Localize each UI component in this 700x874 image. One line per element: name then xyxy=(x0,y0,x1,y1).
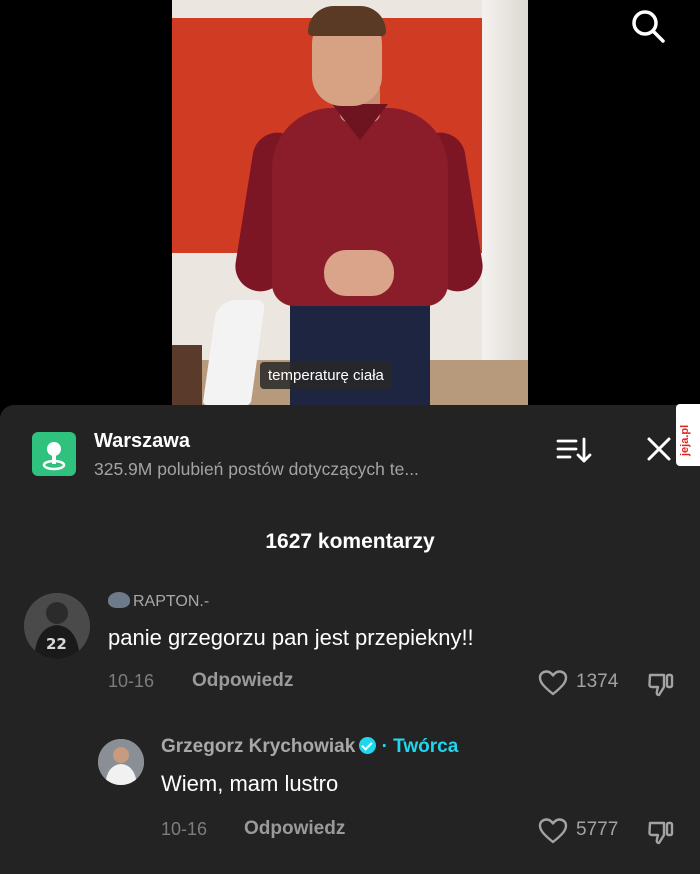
avatar[interactable] xyxy=(98,739,144,785)
watermark-logo: jeja.pl xyxy=(676,404,700,466)
video-caption: temperaturę ciała xyxy=(260,362,392,389)
creator-badge: · Twórca xyxy=(381,736,459,757)
comment-text: panie grzegorzu pan jest przepiekny!! xyxy=(108,625,474,650)
location-subtitle: 325.9M polubień postów dotyczących te... xyxy=(94,459,419,479)
verified-icon xyxy=(359,737,377,754)
reply-button[interactable]: Odpowiedz xyxy=(244,818,345,840)
comments-sheet: Warszawa 325.9M polubień postów dotycząc… xyxy=(0,405,700,874)
creator-username-text: Grzegorz Krychowiak xyxy=(161,736,356,757)
close-icon[interactable] xyxy=(643,433,675,465)
reply-button[interactable]: Odpowiedz xyxy=(192,670,293,692)
dislike-icon[interactable] xyxy=(646,669,676,699)
dislike-icon[interactable] xyxy=(646,817,676,847)
person-hands xyxy=(324,250,394,296)
creator-username[interactable]: Grzegorz Krychowiak · Twórca xyxy=(161,736,458,758)
team-crest-icon xyxy=(108,592,130,608)
heart-icon[interactable] xyxy=(538,669,568,697)
location-pin-icon[interactable] xyxy=(32,432,76,476)
watermark-text: jeja.pl xyxy=(679,424,691,456)
person-hair xyxy=(308,6,386,36)
like-count: 1374 xyxy=(576,671,619,692)
heart-icon[interactable] xyxy=(538,817,568,845)
comment-username-text: RAPTON.- xyxy=(133,593,210,610)
svg-text:22: 22 xyxy=(46,635,67,653)
comment-username[interactable]: RAPTON.- xyxy=(108,592,209,611)
comments-count: 1627 komentarzy xyxy=(265,530,435,553)
comment-date: 10-16 xyxy=(108,671,155,691)
comment-text: Wiem, mam lustro xyxy=(161,771,339,796)
search-icon[interactable] xyxy=(628,6,668,46)
comment-date: 10-16 xyxy=(161,819,208,839)
video-frame[interactable] xyxy=(172,0,528,405)
video-table xyxy=(172,345,202,405)
video-background-door xyxy=(482,0,528,405)
sort-icon[interactable] xyxy=(556,435,592,465)
avatar[interactable]: 22 xyxy=(24,593,90,659)
location-title[interactable]: Warszawa xyxy=(94,430,190,453)
video-player[interactable]: temperaturę ciała xyxy=(0,0,700,405)
like-count: 5777 xyxy=(576,819,619,840)
